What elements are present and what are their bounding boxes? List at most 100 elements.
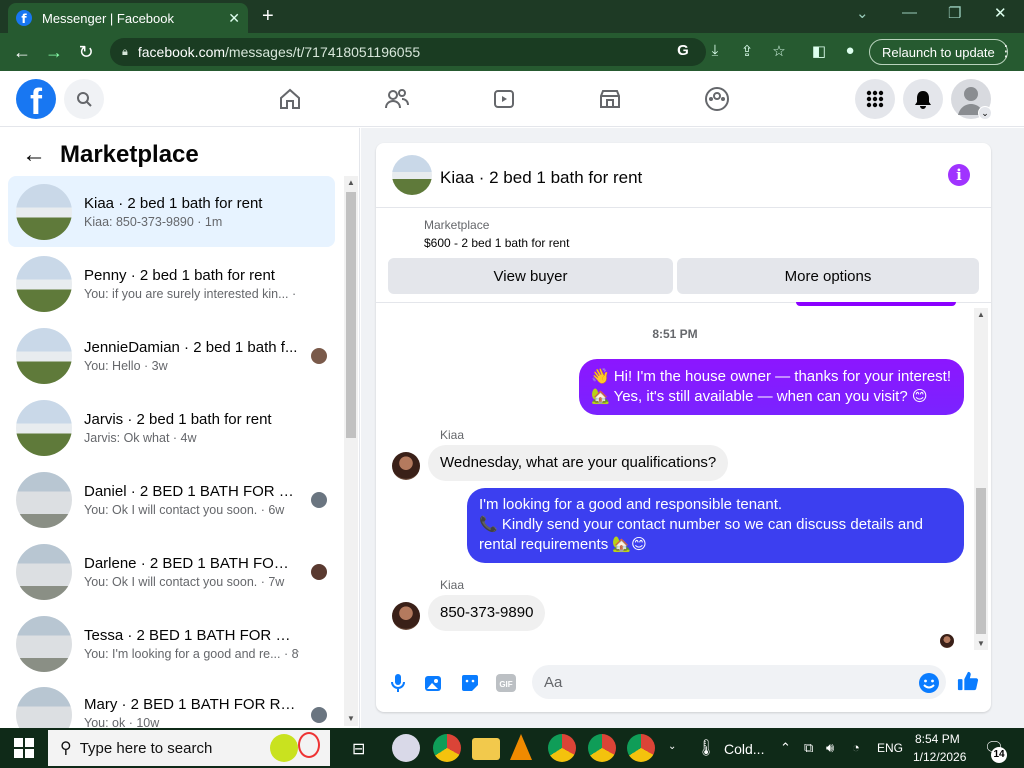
window-close-icon[interactable]: ✕ (994, 4, 1007, 22)
chat-header-thumbnail[interactable] (392, 155, 432, 195)
conversation-name: Tessa · 2 BED 1 BATH FOR RENT (84, 626, 299, 644)
view-buyer-button[interactable]: View buyer (388, 258, 673, 294)
listing-thumbnail (16, 183, 72, 240)
listing-thumbnail (16, 255, 72, 312)
conversation-item[interactable]: Daniel · 2 BED 1 BATH FOR RE... You: Ok … (8, 464, 335, 535)
reload-icon[interactable]: ↻ (70, 42, 102, 63)
conversation-item[interactable]: Mary · 2 BED 1 BATH FOR RENT You: ok · 1… (8, 680, 335, 728)
share-icon[interactable]: ⇪ (737, 42, 757, 60)
vlc-icon[interactable] (510, 734, 532, 760)
sidebar-scroll-thumb[interactable] (346, 192, 356, 438)
chrome-app-icon[interactable] (548, 734, 576, 762)
meet-now-icon[interactable]: ⧉ (804, 740, 813, 756)
account-chevron-down-icon[interactable]: ⌄ (978, 106, 992, 120)
weather-thermometer-icon[interactable]: 🌡︎ (696, 738, 716, 758)
chrome-app-icon[interactable] (433, 734, 461, 762)
scroll-up-icon[interactable]: ▲ (347, 178, 355, 187)
lock-icon: 🔒︎ (122, 45, 128, 58)
incoming-message[interactable]: Wednesday, what are your qualifications? (428, 445, 729, 481)
menu-grid-button[interactable] (855, 79, 895, 119)
sender-avatar[interactable] (392, 602, 420, 630)
search-button[interactable] (64, 79, 104, 119)
side-panel-icon[interactable]: ◧ (809, 42, 829, 60)
facebook-logo[interactable]: f (16, 79, 56, 119)
scroll-down-icon[interactable]: ▼ (347, 714, 355, 723)
weather-text[interactable]: Cold... (724, 741, 764, 757)
minimize-icon[interactable]: — (902, 4, 917, 21)
tab-search-chevron-icon[interactable]: ⌄ (856, 4, 869, 22)
windows-start-icon[interactable] (14, 738, 34, 763)
messages-scroll-thumb[interactable] (976, 488, 986, 634)
clock-date[interactable]: 1/12/2026 (913, 750, 966, 764)
chrome-app-icon[interactable] (627, 734, 655, 762)
file-explorer-icon[interactable] (472, 738, 500, 760)
conversation-item[interactable]: Kiaa · 2 bed 1 bath for rent Kiaa: 850-3… (8, 176, 335, 247)
photo-icon[interactable] (423, 672, 445, 694)
listing-title[interactable]: $600 - 2 bed 1 bath for rent (424, 236, 569, 250)
profile-icon[interactable]: ● (840, 42, 860, 59)
sticker-icon[interactable] (459, 672, 481, 694)
message-line: 📞 Kindly send your contact number so we … (479, 516, 923, 533)
volume-icon[interactable]: 🔊︎ (826, 740, 834, 756)
microphone-icon[interactable] (387, 672, 409, 694)
task-view-icon[interactable]: ⊟ (352, 739, 365, 759)
groups-icon[interactable] (702, 84, 732, 114)
conversation-item[interactable]: Penny · 2 bed 1 bath for rent You: if yo… (8, 248, 335, 319)
more-options-button[interactable]: More options (677, 258, 979, 294)
conversation-item[interactable]: Jarvis · 2 bed 1 bath for rent Jarvis: O… (8, 392, 335, 463)
google-lens-icon[interactable]: G (673, 42, 693, 59)
marketplace-icon[interactable] (595, 84, 625, 114)
conversation-item[interactable]: JennieDamian · 2 bed 1 bath f... You: He… (8, 320, 335, 391)
forward-arrow-icon[interactable]: → (38, 42, 70, 63)
chat-title[interactable]: Kiaa · 2 bed 1 bath for rent (440, 168, 642, 188)
app-paint-icon[interactable] (392, 734, 420, 762)
back-arrow-icon[interactable]: ← (22, 141, 46, 169)
friends-icon[interactable] (382, 84, 412, 114)
hidden-icons-chevron-icon[interactable]: ⌃ (780, 740, 791, 756)
home-icon[interactable] (275, 84, 305, 114)
outgoing-message[interactable]: 👋 Hi! I'm the house owner — thanks for y… (579, 359, 964, 415)
browser-tab[interactable]: f Messenger | Facebook ✕ (8, 3, 248, 33)
scroll-up-icon[interactable]: ▲ (977, 310, 985, 319)
listing-thumbnail (16, 543, 72, 600)
marketplace-label: Marketplace (424, 218, 490, 232)
tab-title: Messenger | Facebook (42, 10, 174, 26)
watch-icon[interactable] (489, 84, 519, 114)
outgoing-message[interactable]: I'm looking for a good and responsible t… (467, 488, 964, 563)
scroll-down-icon[interactable]: ▼ (977, 639, 985, 648)
address-bar[interactable]: 🔒︎ facebook.com /messages/t/717418051196… (110, 38, 706, 66)
clock-time[interactable]: 8:54 PM (915, 732, 960, 746)
read-receipt-avatar (311, 491, 327, 508)
previous-bubble-edge (796, 302, 956, 306)
notifications-button[interactable] (903, 79, 943, 119)
sender-avatar[interactable] (392, 452, 420, 480)
gif-icon[interactable]: GIF (495, 672, 517, 694)
tab-close-icon[interactable]: ✕ (228, 10, 240, 27)
search-icon: ⚲ (60, 740, 72, 757)
more-apps-chevron-icon[interactable]: ⌄ (668, 741, 676, 752)
read-receipt-avatar (311, 707, 327, 723)
language-indicator[interactable]: ENG (877, 741, 903, 755)
install-app-icon[interactable]: ⤓ (705, 42, 725, 59)
new-tab-icon[interactable]: + (262, 5, 274, 28)
conversation-name: Darlene · 2 BED 1 BATH FOR R... (84, 554, 299, 572)
network-icon[interactable]: ◔ (852, 740, 860, 755)
conversation-item[interactable]: Darlene · 2 BED 1 BATH FOR R... You: Ok … (8, 536, 335, 607)
incoming-message[interactable]: 850-373-9890 (428, 595, 546, 631)
chrome-app-icon[interactable] (588, 734, 616, 762)
info-icon[interactable]: i (948, 164, 970, 186)
sender-name: Kiaa (440, 428, 465, 442)
relaunch-button[interactable]: Relaunch to update (869, 39, 1008, 65)
conversation-name: JennieDamian · 2 bed 1 bath f... (84, 338, 298, 356)
back-arrow-icon[interactable]: ← (6, 42, 38, 63)
conversation-snippet: Kiaa: 850-373-9890 · 1m (84, 214, 223, 229)
emoji-icon[interactable] (918, 672, 940, 694)
listing-thumbnail (16, 327, 72, 384)
message-input[interactable]: Aa (532, 665, 946, 699)
bookmark-star-icon[interactable]: ☆ (769, 42, 789, 60)
sender-name: Kiaa (440, 578, 465, 592)
conversation-item[interactable]: Tessa · 2 BED 1 BATH FOR RENT You: I'm l… (8, 608, 335, 679)
restore-icon[interactable]: ❐ (948, 4, 961, 22)
like-thumbs-up-icon[interactable] (957, 670, 979, 692)
chrome-menu-icon[interactable]: ⋮ (996, 42, 1016, 60)
